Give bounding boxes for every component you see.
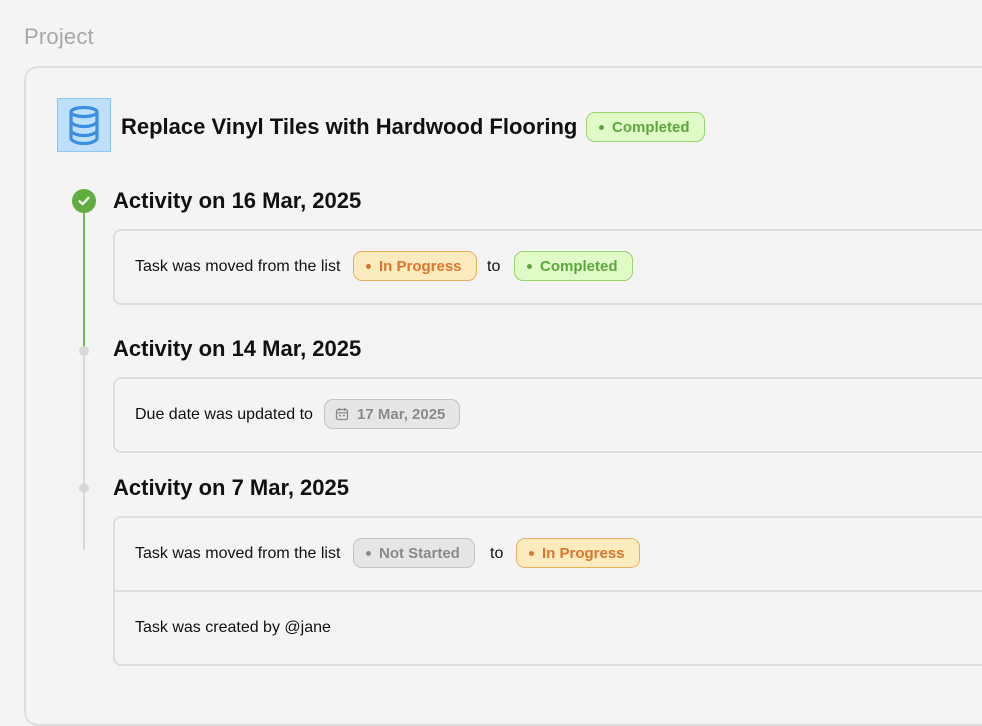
activity-connector: to xyxy=(490,545,504,562)
status-dot-icon xyxy=(599,124,604,130)
timeline-dot xyxy=(79,483,89,493)
check-circle-icon xyxy=(72,189,96,213)
project-title[interactable]: Replace Vinyl Tiles with Hardwood Floori… xyxy=(121,114,577,140)
status-dot-icon xyxy=(527,263,532,269)
activity-text: Task was moved from the list xyxy=(135,258,341,275)
timeline-dot xyxy=(79,346,89,356)
activity-card: Task was moved from the list Not Started… xyxy=(113,516,982,666)
status-dot-icon xyxy=(366,550,371,556)
status-badge-label: Completed xyxy=(540,257,618,275)
activity-text: Due date was updated to xyxy=(135,406,313,423)
section-label: Project xyxy=(24,24,94,49)
activity-connector: to xyxy=(487,258,501,275)
status-badge-from: Not Started xyxy=(353,538,475,568)
status-badge-label: In Progress xyxy=(542,544,625,562)
status-badge-to: Completed xyxy=(514,251,633,281)
activity-card: Due date was updated to 17 Mar, 2025 xyxy=(113,377,982,453)
calendar-icon xyxy=(335,408,349,421)
timeline-line-pending xyxy=(83,352,85,550)
status-badge-label: In Progress xyxy=(379,257,462,275)
status-badge-label: Not Started xyxy=(379,544,460,562)
activity-entry: Task was moved from the list Not Started… xyxy=(115,518,982,590)
status-badge-from: In Progress xyxy=(353,251,477,281)
database-icon xyxy=(57,98,111,152)
timeline-line-completed xyxy=(83,208,85,350)
status-dot-icon xyxy=(529,550,534,556)
activity-text: Task was created by @jane xyxy=(135,619,331,636)
status-dot-icon xyxy=(366,263,371,269)
status-badge-to: In Progress xyxy=(516,538,640,568)
due-date-label: 17 Mar, 2025 xyxy=(357,405,446,423)
activity-heading: Activity on 7 Mar, 2025 xyxy=(113,475,349,500)
activity-card: Task was moved from the list In Progress… xyxy=(113,229,982,305)
activity-entry: Due date was updated to 17 Mar, 2025 xyxy=(115,379,982,451)
activity-heading: Activity on 16 Mar, 2025 xyxy=(113,188,362,213)
status-badge-label: Completed xyxy=(612,118,690,136)
due-date-badge: 17 Mar, 2025 xyxy=(324,399,461,429)
project-status-badge: Completed xyxy=(586,112,705,142)
activity-entry: Task was moved from the list In Progress… xyxy=(115,231,982,303)
activity-text: Task was moved from the list xyxy=(135,545,341,562)
activity-heading: Activity on 14 Mar, 2025 xyxy=(113,336,362,361)
activity-entry: Task was created by @jane xyxy=(115,590,982,664)
